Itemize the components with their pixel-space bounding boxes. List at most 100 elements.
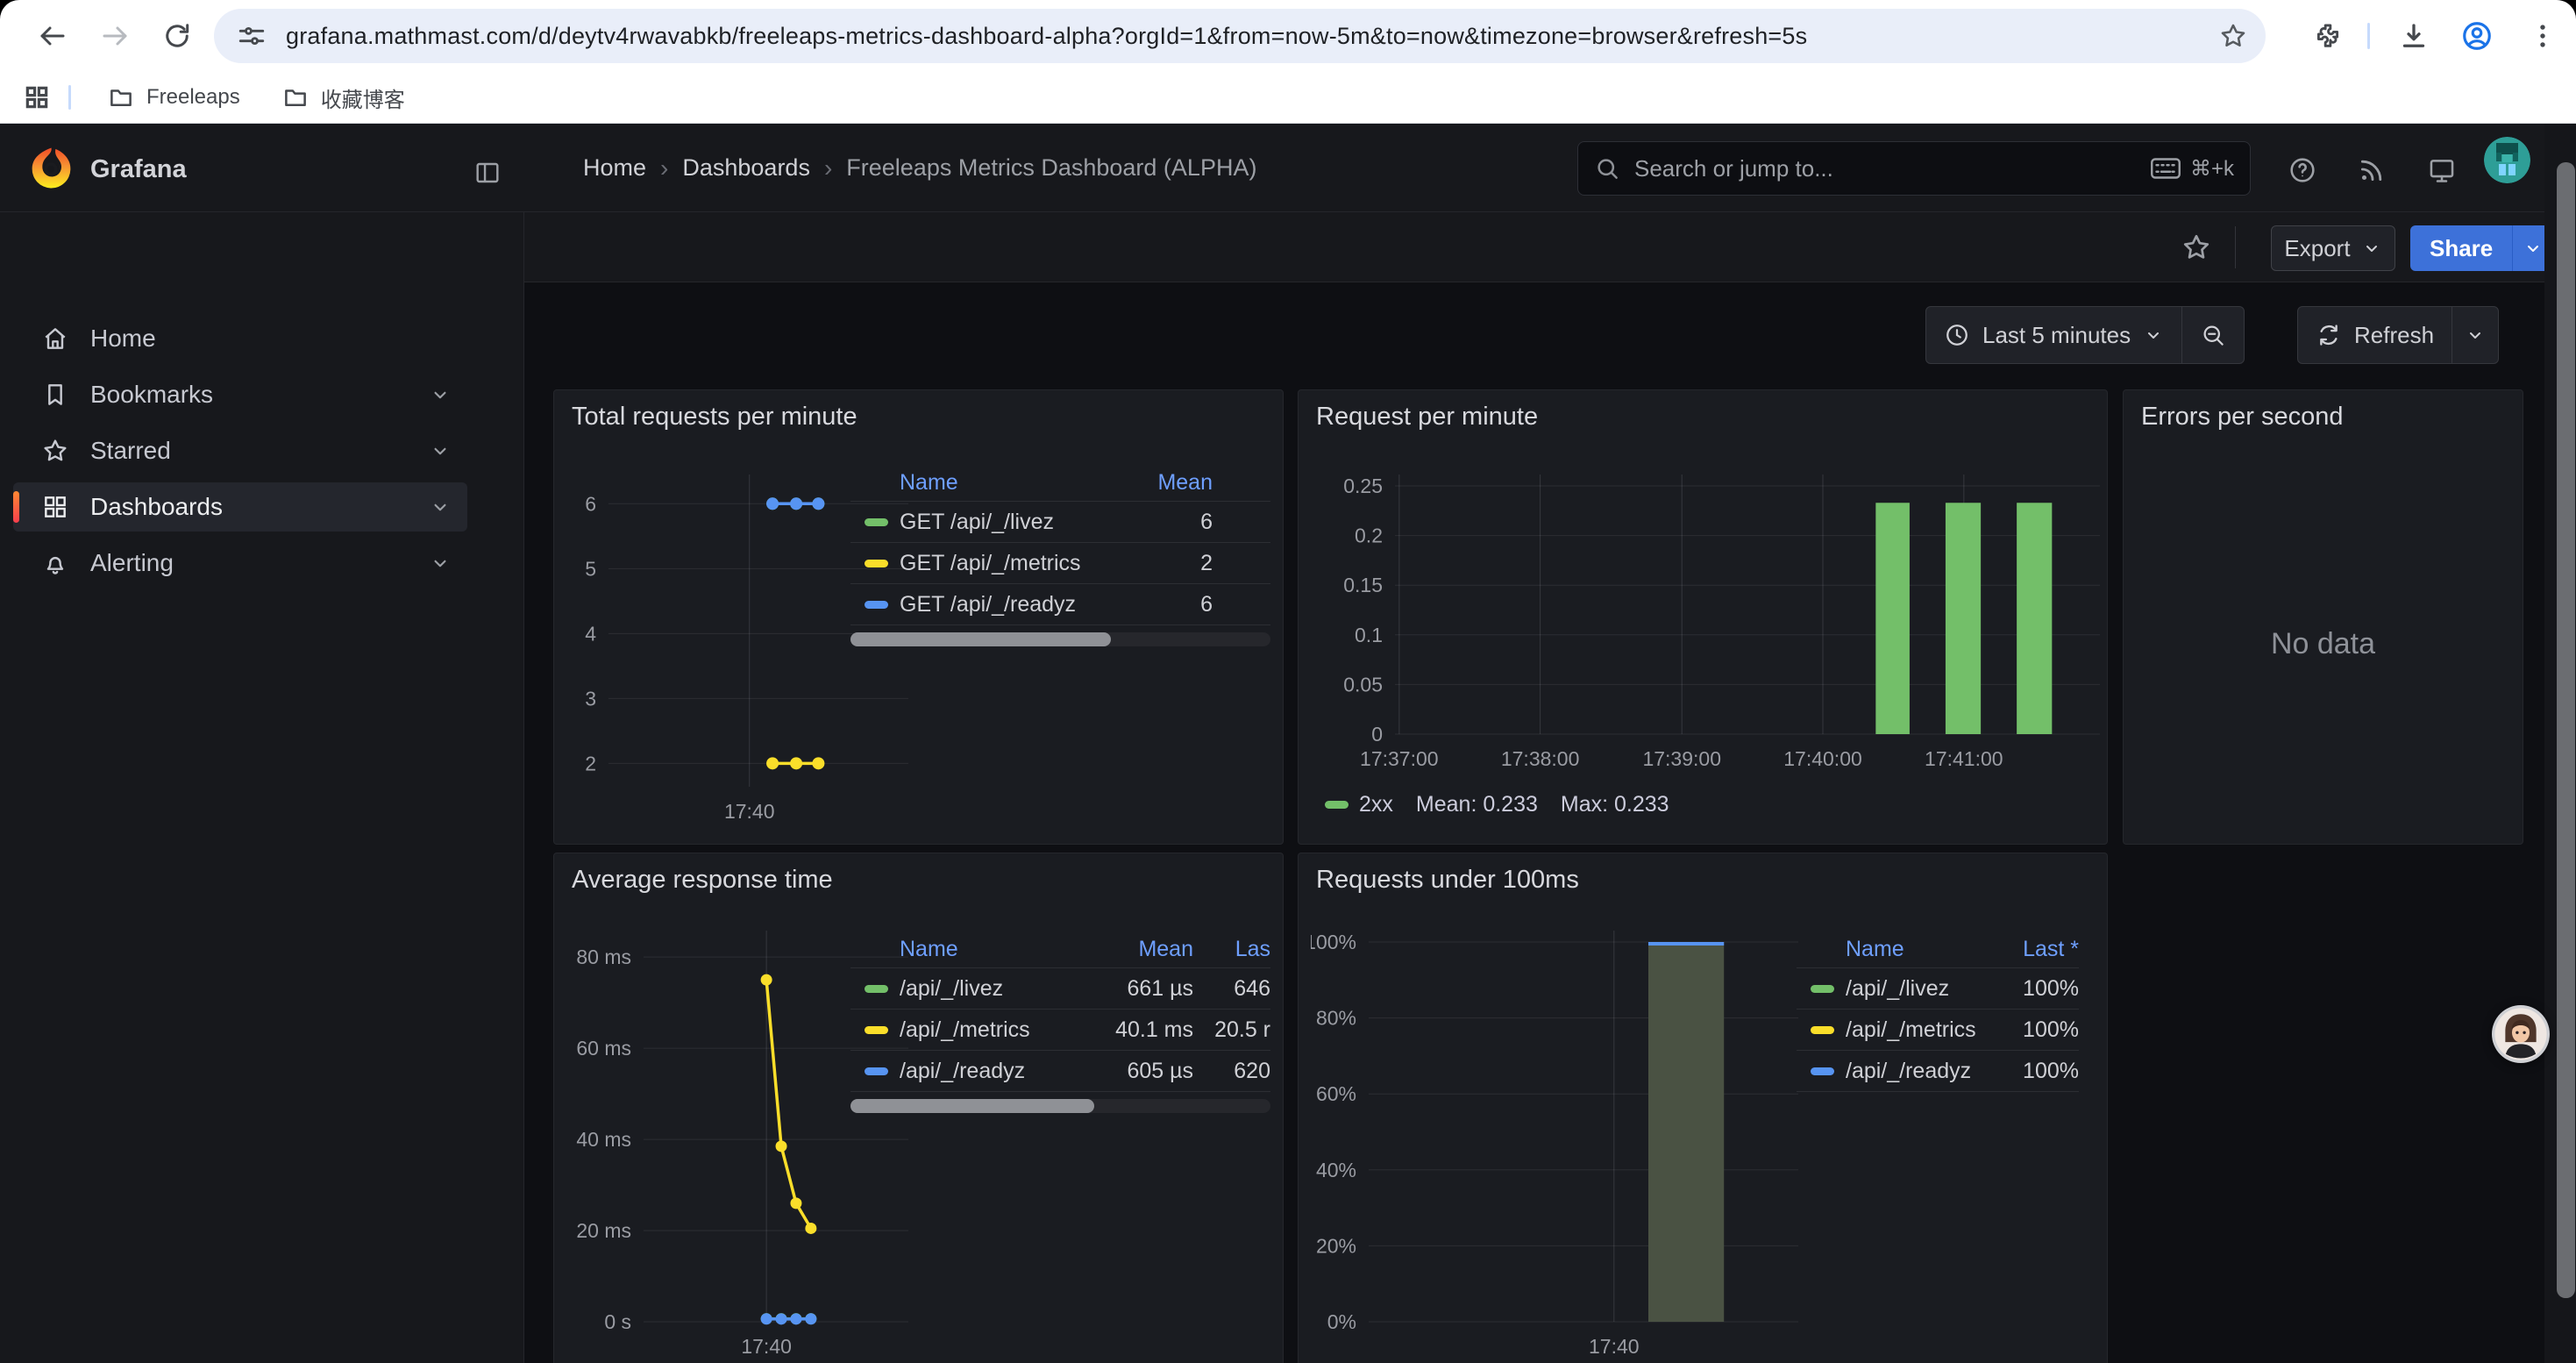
sidebar-item-alerting[interactable]: Alerting bbox=[13, 539, 467, 588]
legend-row[interactable]: /api/_/readyz605 µs620 bbox=[850, 1050, 1270, 1091]
browser-menu-button[interactable] bbox=[2523, 17, 2562, 55]
legend-series-name[interactable]: GET /api/_/metrics bbox=[900, 551, 1107, 576]
panel-average-response-time[interactable]: Average response time 80 ms60 ms40 ms20 … bbox=[553, 853, 1284, 1363]
zoom-out-button[interactable] bbox=[2182, 307, 2244, 363]
dock-menu-button[interactable] bbox=[473, 159, 502, 187]
legend-scrollbar-thumb[interactable] bbox=[850, 1099, 1094, 1113]
chevron-down-icon[interactable] bbox=[429, 439, 452, 462]
refresh-interval-button[interactable] bbox=[2452, 307, 2498, 363]
url-bar[interactable]: grafana.mathmast.com/d/deytv4rwavabkb/fr… bbox=[214, 9, 2266, 63]
series-color-chip bbox=[1325, 801, 1348, 809]
kiosk-mode-button[interactable] bbox=[2423, 151, 2461, 189]
panel-title[interactable]: Requests under 100ms bbox=[1316, 866, 1579, 895]
sidebar-item-bookmarks[interactable]: Bookmarks bbox=[13, 370, 467, 419]
legend-series-name[interactable]: GET /api/_/livez bbox=[900, 510, 1107, 535]
legend-column-header[interactable]: Mean bbox=[1062, 937, 1193, 962]
apps-shortcut-button[interactable] bbox=[18, 78, 56, 117]
legend-row[interactable]: /api/_/livez100% bbox=[1797, 967, 2079, 1009]
forward-button[interactable] bbox=[96, 17, 134, 55]
legend-series-name[interactable]: /api/_/readyz bbox=[900, 1059, 1062, 1084]
panel-title[interactable]: Request per minute bbox=[1316, 403, 1538, 432]
legend-row[interactable]: GET /api/_/metrics2 bbox=[850, 542, 1270, 583]
panel-total-requests-per-minute[interactable]: Total requests per minute 6543217:40 Nam… bbox=[553, 389, 1284, 845]
news-button[interactable] bbox=[2352, 151, 2391, 189]
legend-value: 100% bbox=[1982, 1059, 2079, 1084]
grafana-logo[interactable] bbox=[28, 145, 75, 191]
breadcrumb-home[interactable]: Home bbox=[583, 154, 646, 182]
url-text[interactable]: grafana.mathmast.com/d/deytv4rwavabkb/fr… bbox=[286, 23, 1807, 50]
legend-scrollbar[interactable] bbox=[850, 632, 1270, 646]
legend-series-name[interactable]: /api/_/livez bbox=[1846, 976, 1982, 1002]
legend-series-name[interactable]: /api/_/metrics bbox=[900, 1017, 1062, 1043]
floating-assistant-avatar[interactable] bbox=[2492, 1005, 2550, 1063]
time-range-picker[interactable]: Last 5 minutes bbox=[1926, 307, 2181, 363]
legend-row[interactable]: /api/_/metrics100% bbox=[1797, 1009, 2079, 1050]
legend-series-2xx[interactable]: 2xx bbox=[1325, 792, 1393, 817]
legend-column-header[interactable]: Name bbox=[1846, 937, 1982, 962]
favorite-dashboard-button[interactable] bbox=[2177, 228, 2216, 267]
legend-series-name[interactable]: GET /api/_/readyz bbox=[900, 592, 1107, 617]
share-button[interactable]: Share bbox=[2410, 225, 2512, 271]
legend-column-header[interactable]: Last * bbox=[1982, 937, 2079, 962]
breadcrumb-dashboards[interactable]: Dashboards bbox=[682, 154, 810, 182]
bookmark-page-star-icon[interactable] bbox=[2218, 21, 2248, 51]
help-button[interactable] bbox=[2283, 151, 2322, 189]
bookmarks-divider bbox=[68, 85, 71, 110]
legend-table-end bbox=[850, 624, 1270, 625]
clock-icon bbox=[1944, 322, 1970, 348]
sidebar-item-home[interactable]: Home bbox=[13, 314, 467, 363]
share-button-group: Share bbox=[2410, 225, 2553, 271]
bookmark-folder-blogs[interactable]: 收藏博客 bbox=[268, 75, 419, 120]
panel-title[interactable]: Total requests per minute bbox=[572, 403, 857, 432]
sidebar-item-starred[interactable]: Starred bbox=[13, 426, 467, 475]
legend-series-name[interactable]: /api/_/livez bbox=[900, 976, 1062, 1002]
scrollbar-thumb[interactable] bbox=[2557, 162, 2575, 1298]
profile-button[interactable] bbox=[2458, 17, 2496, 55]
export-button[interactable]: Export bbox=[2271, 225, 2395, 271]
zoom-out-icon bbox=[2200, 322, 2226, 348]
legend-row[interactable]: /api/_/livez661 µs646 bbox=[850, 967, 1270, 1009]
legend-row[interactable]: /api/_/readyz100% bbox=[1797, 1050, 2079, 1091]
data-point bbox=[766, 497, 779, 510]
chevron-down-icon[interactable] bbox=[429, 383, 452, 406]
search-input[interactable]: Search or jump to... ⌘+k bbox=[1577, 141, 2251, 196]
panel-left-icon bbox=[473, 159, 502, 187]
legend-column-header[interactable]: Las bbox=[1193, 937, 1270, 962]
apps-grid-icon bbox=[41, 493, 69, 521]
legend-value: 605 µs bbox=[1062, 1059, 1193, 1084]
legend-scrollbar[interactable] bbox=[850, 1099, 1270, 1113]
sidebar-item-dashboards[interactable]: Dashboards bbox=[13, 482, 467, 532]
panel-errors-per-second[interactable]: Errors per second No data bbox=[2123, 389, 2523, 845]
panel-request-per-minute[interactable]: Request per minute 00.050.10.150.20.2517… bbox=[1298, 389, 2108, 845]
legend-scrollbar-thumb[interactable] bbox=[850, 632, 1111, 646]
legend-row[interactable]: GET /api/_/readyz6 bbox=[850, 583, 1270, 624]
refresh-button[interactable]: Refresh bbox=[2298, 307, 2451, 363]
site-settings-icon[interactable] bbox=[237, 21, 267, 51]
panel-requests-under-100ms[interactable]: Requests under 100ms 100%80%60%40%20%0%1… bbox=[1298, 853, 2108, 1363]
axis-tick-label: 0.1 bbox=[1355, 624, 1383, 646]
browser-toolbar: grafana.mathmast.com/d/deytv4rwavabkb/fr… bbox=[0, 0, 2576, 72]
legend-row[interactable]: GET /api/_/livez6 bbox=[850, 501, 1270, 542]
panel-title[interactable]: Average response time bbox=[572, 866, 833, 895]
chevron-down-icon[interactable] bbox=[429, 496, 452, 518]
panel-title[interactable]: Errors per second bbox=[2141, 403, 2344, 432]
legend-column-header[interactable]: Name bbox=[900, 937, 1062, 962]
extensions-button[interactable] bbox=[2309, 17, 2347, 55]
chevron-down-icon[interactable] bbox=[429, 552, 452, 574]
legend-header-row: NameMean bbox=[850, 464, 1270, 501]
reload-button[interactable] bbox=[158, 17, 196, 55]
user-avatar[interactable] bbox=[2484, 137, 2530, 183]
legend-column-header[interactable]: Mean bbox=[1107, 470, 1213, 496]
axis-tick-label: 80% bbox=[1316, 1007, 1356, 1030]
downloads-button[interactable] bbox=[2395, 17, 2433, 55]
bookmark-folder-freeleaps[interactable]: Freeleaps bbox=[94, 77, 254, 118]
data-point bbox=[812, 497, 824, 510]
legend-series-name[interactable]: /api/_/readyz bbox=[1846, 1059, 1982, 1084]
legend-row[interactable]: /api/_/metrics40.1 ms20.5 r bbox=[850, 1009, 1270, 1050]
keyboard-shortcut-badge: ⌘+k bbox=[2150, 156, 2234, 182]
legend-series-name[interactable]: /api/_/metrics bbox=[1846, 1017, 1982, 1043]
back-button[interactable] bbox=[33, 17, 72, 55]
request-per-minute-chart: 00.050.10.150.20.2517:37:0017:38:0017:39… bbox=[1311, 475, 2100, 778]
legend-column-header[interactable]: Name bbox=[900, 470, 1107, 496]
brand-label[interactable]: Grafana bbox=[90, 155, 187, 184]
